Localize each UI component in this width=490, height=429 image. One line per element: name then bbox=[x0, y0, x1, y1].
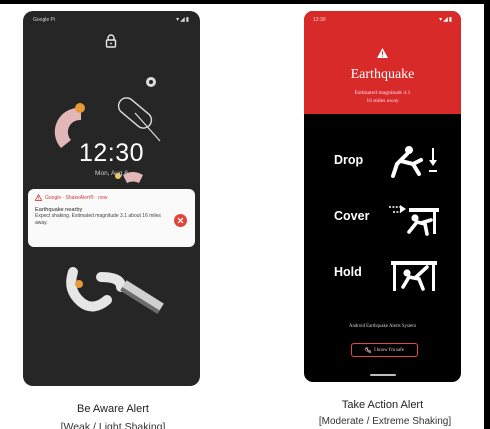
be-aware-subcaption: [Weak / Light Shaking] bbox=[60, 421, 166, 429]
close-icon bbox=[177, 217, 184, 224]
warning-icon bbox=[377, 48, 388, 58]
im-safe-button[interactable]: I know I'm safe bbox=[351, 343, 418, 357]
im-safe-label: I know I'm safe bbox=[374, 347, 404, 353]
alert-subtitle: Estimated magnitude 4.1 16 miles away bbox=[304, 89, 461, 105]
take-action-phone: 12:30 ▾◢▮ Earthquake Estimated magnitude… bbox=[304, 11, 461, 382]
notification-app: Google · ShakeAlert® · now bbox=[45, 194, 108, 201]
status-bar-time: Google Pi bbox=[33, 17, 55, 23]
lockscreen-clock: 12:30 bbox=[78, 139, 145, 167]
frame-border-top bbox=[0, 0, 490, 4]
hold-pictogram bbox=[391, 261, 437, 291]
action-drop: Drop bbox=[334, 153, 364, 167]
home-indicator[interactable] bbox=[370, 374, 396, 376]
frame-border-right bbox=[484, 0, 490, 429]
status-bar-icons: ▾◢▮ bbox=[439, 17, 453, 23]
action-cover: Cover bbox=[334, 209, 370, 223]
warning-icon bbox=[35, 194, 42, 201]
notification-header: Google · ShakeAlert® · now bbox=[35, 194, 188, 201]
take-action-subcaption: [Moderate / Extreme Shaking] bbox=[318, 416, 452, 427]
status-bar-icons: ▾◢▮ bbox=[176, 17, 190, 23]
status-bar-time: 12:30 bbox=[313, 17, 326, 23]
be-aware-phone: Google Pi ▾◢▮ 12:30 Mon, Aug 8 Google · … bbox=[23, 11, 200, 386]
notification-body: Expect shaking. Estimated magnitude 3.1 … bbox=[35, 213, 161, 226]
earthquake-notification[interactable]: Google · ShakeAlert® · now Earthquake ne… bbox=[28, 189, 195, 247]
be-aware-caption: Be Aware Alert bbox=[77, 403, 149, 415]
phone-icon bbox=[365, 347, 372, 353]
lockscreen-date: Mon, Aug 8 bbox=[95, 170, 128, 177]
action-hold: Hold bbox=[334, 265, 362, 279]
notification-dismiss-button[interactable] bbox=[174, 214, 187, 227]
alert-title: Earthquake bbox=[350, 67, 415, 82]
alert-distance: 16 miles away bbox=[366, 98, 399, 104]
cover-pictogram bbox=[389, 205, 439, 236]
lock-icon bbox=[105, 34, 117, 48]
wallpaper-shapes-bottom bbox=[66, 267, 164, 314]
take-action-caption: Take Action Alert bbox=[341, 399, 424, 411]
drop-pictogram bbox=[391, 146, 437, 178]
alert-system-name: Android Earthquake Alerts System bbox=[348, 324, 416, 329]
alert-magnitude: Estimated magnitude 4.1 bbox=[354, 90, 411, 96]
